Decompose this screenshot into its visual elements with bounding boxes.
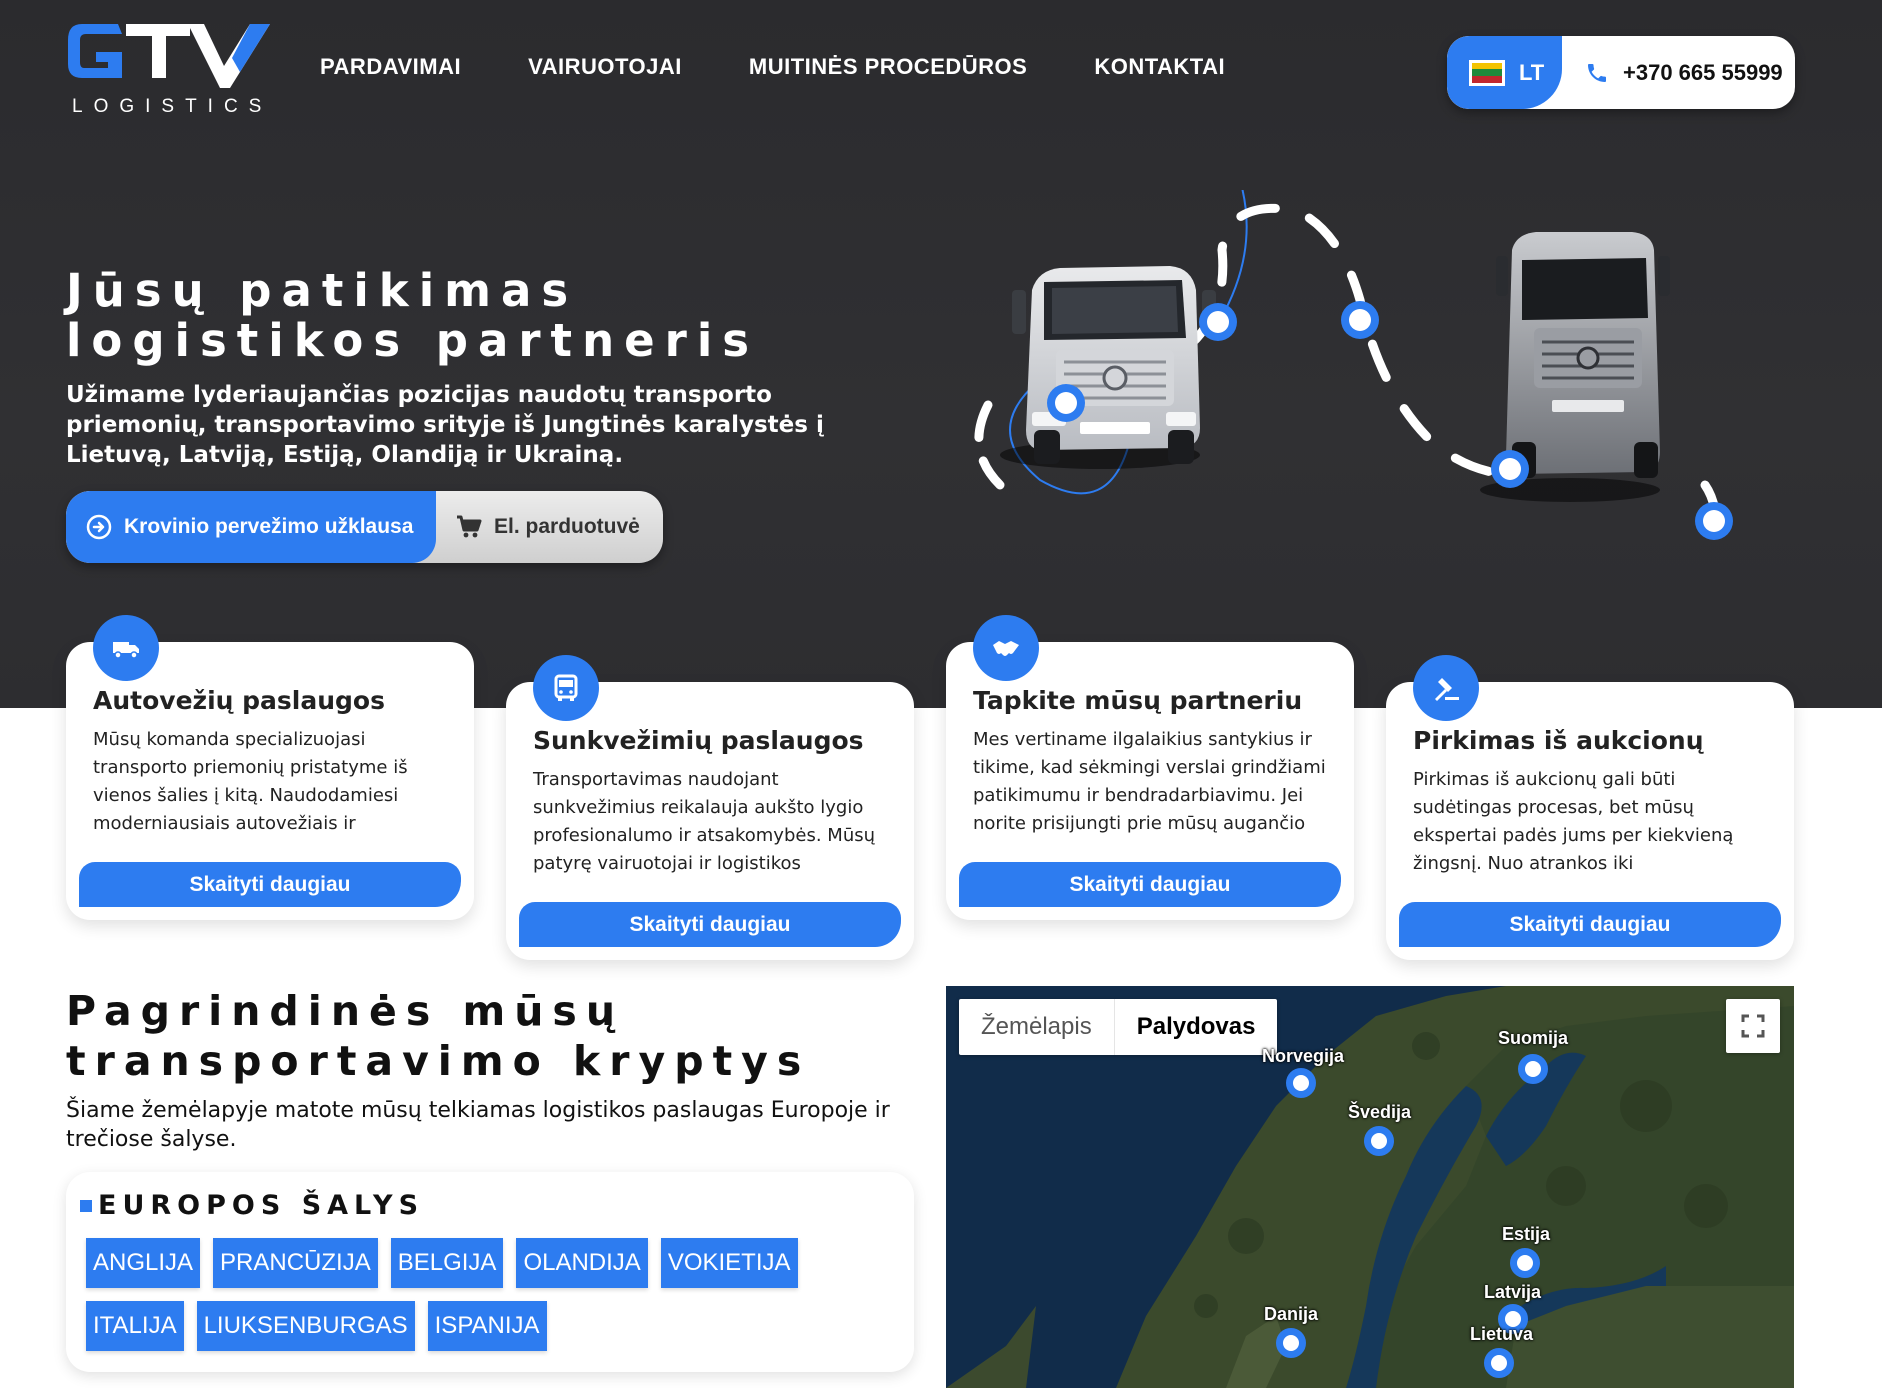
country-tag[interactable]: ANGLIJA — [86, 1238, 201, 1288]
map-tab-map[interactable]: Žemėlapis — [959, 999, 1114, 1055]
service-text: Pirkimas iš aukcionų gali būti sudėtinga… — [1413, 769, 1734, 874]
service-card-aukcionai: Pirkimas iš aukcionų Pirkimas iš aukcion… — [1386, 655, 1794, 960]
logo-subtitle: LOGISTICS — [72, 96, 273, 117]
europe-heading-label: EUROPOS ŠALYS — [98, 1190, 425, 1221]
routes-title: Pagrindinės mūsų transportavimo kryptys — [66, 987, 811, 1085]
lithuania-flag-icon — [1469, 59, 1505, 86]
map-pin-label: Lietuva — [1470, 1324, 1534, 1344]
service-text: Mūsų komanda specializuojasi transporto … — [93, 729, 408, 834]
country-tag[interactable]: ISPANIJA — [427, 1301, 547, 1351]
read-more-button[interactable]: Skaityti daugiau — [1399, 902, 1781, 947]
trucks-route-illustration — [974, 190, 1733, 540]
map-pin-norvegija[interactable] — [1286, 1068, 1316, 1098]
gtv-logo[interactable]: LOGISTICS — [64, 16, 274, 120]
country-tag[interactable]: LIUKSENBURGAS — [196, 1301, 415, 1351]
phone-link[interactable]: +370 665 55999 — [1585, 36, 1783, 109]
country-tag[interactable]: VOKIETIJA — [660, 1238, 798, 1288]
hero-description: Užimame lyderiaujančias pozicijas naudot… — [66, 382, 824, 468]
hero-section: LOGISTICS PARDAVIMAI VAIRUOTOJAI MUITINĖ… — [0, 0, 1882, 708]
hero-cta-group: Krovinio pervežimo užklausa El. parduotu… — [66, 491, 663, 563]
fullscreen-button[interactable] — [1726, 999, 1780, 1053]
handshake-icon — [973, 615, 1039, 681]
contact-pill: LT +370 665 55999 — [1447, 36, 1795, 109]
read-more-button[interactable]: Skaityti daugiau — [959, 862, 1341, 907]
map-pin-label: Danija — [1264, 1304, 1319, 1324]
routes-map[interactable]: Žemėlapis Palydovas Norvegija Suomija Šv… — [946, 986, 1794, 1388]
map-type-toggle: Žemėlapis Palydovas — [959, 999, 1278, 1055]
bullet-square-icon — [80, 1199, 92, 1212]
car-transporter-icon — [93, 615, 159, 681]
hero-title: Jūsų patikimas logistikos partneris — [66, 264, 760, 367]
country-tag[interactable]: OLANDIJA — [516, 1238, 648, 1288]
fullscreen-icon — [1741, 1014, 1765, 1038]
europe-countries-box: EUROPOS ŠALYS ANGLIJA PRANCŪZIJA BELGIJA… — [66, 1172, 914, 1372]
service-card-partneris: Tapkite mūsų partneriu Mes vertiname ilg… — [946, 615, 1354, 920]
cargo-request-label: Krovinio pervežimo užklausa — [124, 515, 414, 538]
truck-white — [1000, 266, 1216, 469]
country-tags: ANGLIJA PRANCŪZIJA BELGIJA OLANDIJA VOKI… — [86, 1238, 906, 1364]
cart-icon — [457, 515, 482, 538]
country-tag[interactable]: BELGIJA — [390, 1238, 504, 1288]
nav-item-pardavimai[interactable]: PARDAVIMAI — [320, 54, 461, 80]
truck-front-icon — [533, 655, 599, 721]
service-text: Transportavimas naudojant sunkvežimius r… — [533, 769, 876, 874]
map-pin-label: Estija — [1502, 1224, 1551, 1244]
map-pin-svedija[interactable] — [1364, 1126, 1394, 1156]
language-switcher[interactable]: LT — [1447, 36, 1562, 109]
service-title: Autovežių paslaugos — [93, 686, 385, 715]
read-more-button[interactable]: Skaityti daugiau — [79, 862, 461, 907]
map-pin-danija[interactable] — [1276, 1328, 1306, 1358]
map-pin-label: Suomija — [1498, 1028, 1569, 1048]
gavel-icon — [1413, 655, 1479, 721]
country-tag[interactable]: PRANCŪZIJA — [213, 1238, 378, 1288]
eshop-label: El. parduotuvė — [494, 515, 640, 538]
nav-item-vairuotojai[interactable]: VAIRUOTOJAI — [528, 54, 682, 80]
arrow-circle-icon — [86, 514, 112, 540]
europe-heading: EUROPOS ŠALYS — [80, 1190, 424, 1221]
nav-item-muitines[interactable]: MUITINĖS PROCEDŪROS — [749, 54, 1027, 80]
map-pin-label: Norvegija — [1262, 1046, 1345, 1066]
eshop-button[interactable]: El. parduotuvė — [456, 491, 640, 563]
map-pin-lietuva[interactable] — [1484, 1348, 1514, 1378]
service-title: Sunkvežimių paslaugos — [533, 726, 864, 755]
language-label: LT — [1519, 59, 1545, 85]
map-pin-suomija[interactable] — [1518, 1054, 1548, 1084]
map-tab-satellite[interactable]: Palydovas — [1113, 999, 1278, 1055]
service-card-sunkvezimiai: Sunkvežimių paslaugos Transportavimas na… — [506, 655, 914, 960]
country-tag[interactable]: ITALIJA — [86, 1301, 184, 1351]
map-pin-estija[interactable] — [1510, 1248, 1540, 1278]
routes-description: Šiame žemėlapyje matote mūsų telkiamas l… — [66, 1098, 890, 1152]
cargo-request-button[interactable]: Krovinio pervežimo užklausa — [66, 491, 436, 563]
service-title: Pirkimas iš aukcionų — [1413, 726, 1704, 755]
service-card-autoveziai: Autovežių paslaugos Mūsų komanda special… — [66, 615, 474, 920]
phone-number: +370 665 55999 — [1623, 59, 1783, 85]
nav-item-kontaktai[interactable]: KONTAKTAI — [1094, 54, 1225, 80]
map-pin-label: Švedija — [1348, 1102, 1412, 1122]
read-more-button[interactable]: Skaityti daugiau — [519, 902, 901, 947]
phone-icon — [1588, 63, 1606, 82]
map-pin-label: Latvija — [1484, 1282, 1542, 1302]
service-title: Tapkite mūsų partneriu — [973, 686, 1303, 715]
service-text: Mes vertiname ilgalaikius santykius ir t… — [973, 729, 1326, 834]
main-nav: PARDAVIMAI VAIRUOTOJAI MUITINĖS PROCEDŪR… — [320, 54, 1292, 80]
gtv-logo-mark — [68, 24, 270, 88]
